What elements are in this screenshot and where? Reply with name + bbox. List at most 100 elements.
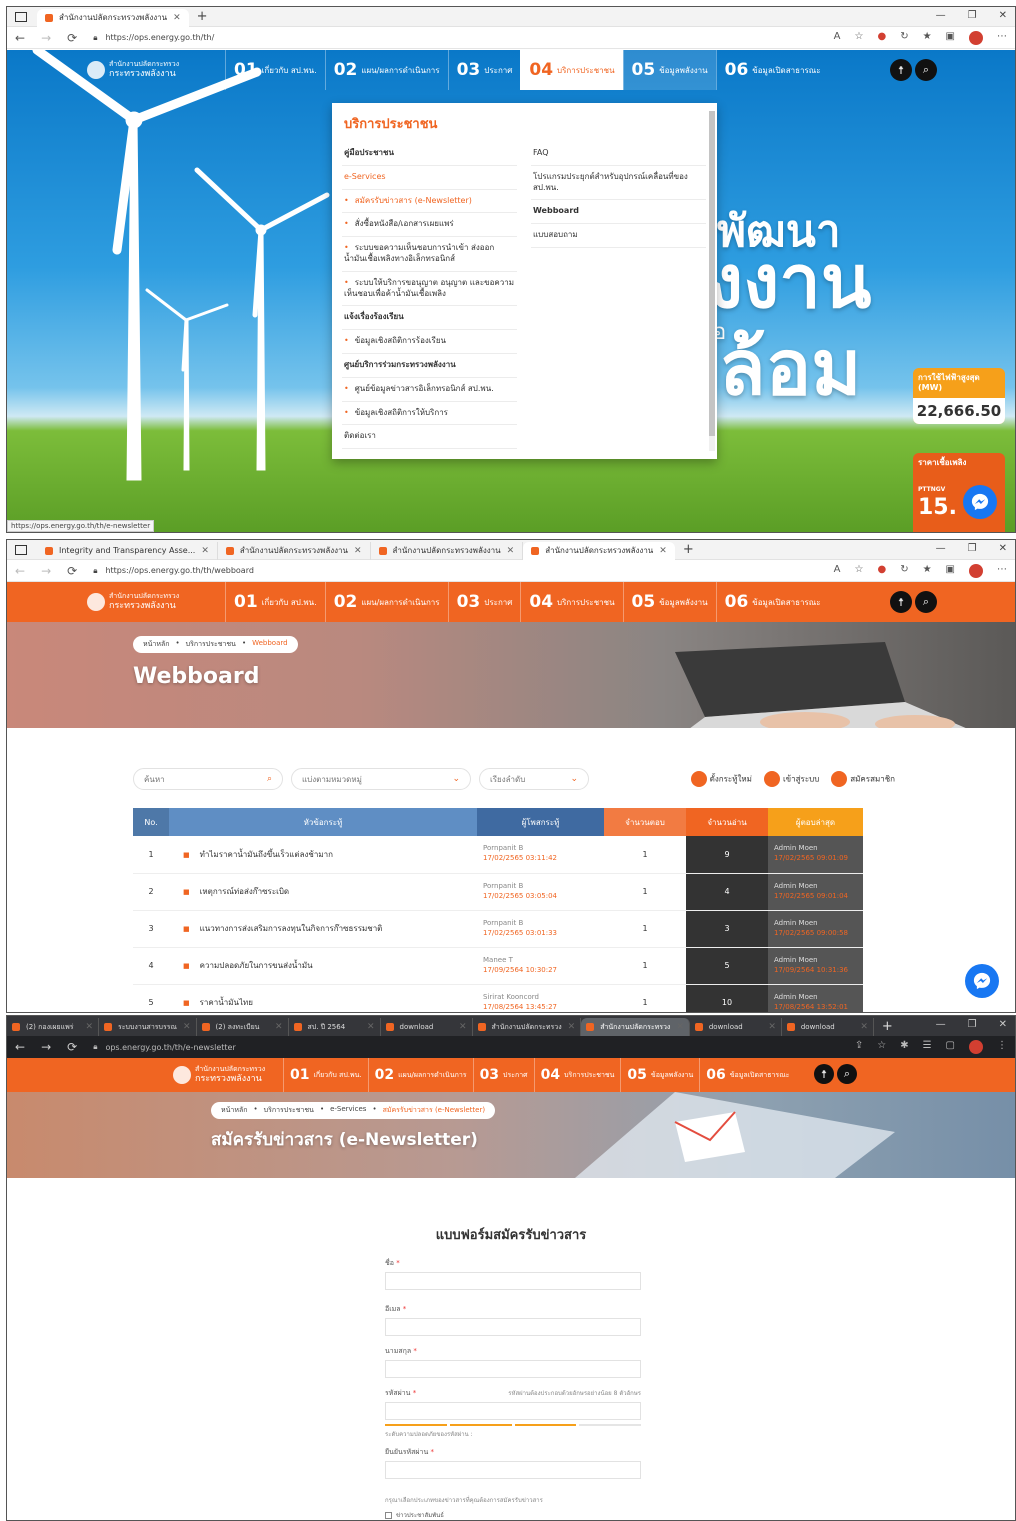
new-tab-button[interactable]: + xyxy=(874,1019,901,1034)
email-field[interactable] xyxy=(385,1318,641,1336)
dropdown-item[interactable]: ศูนย์ข้อมูลข่าวสารอิเล็กทรอนิกส์ สป.พน. xyxy=(342,378,517,402)
register-button[interactable]: สมัครสมาชิก xyxy=(831,771,895,787)
restore-icon[interactable]: ❐ xyxy=(968,10,977,21)
dropdown-item[interactable]: โปรแกรมประยุกต์สำหรับอุปกรณ์เคลื่อนที่ขอ… xyxy=(531,166,706,201)
browser-tab[interactable]: download ✕ xyxy=(782,1018,874,1036)
nav-item-02[interactable]: 02 แผน/ผลการดำเนินการ xyxy=(324,50,448,90)
dropdown-item[interactable]: แบบสอบถาม xyxy=(531,224,706,248)
messenger-chat-icon[interactable] xyxy=(963,485,997,519)
extension-icon[interactable]: ● xyxy=(877,564,886,578)
close-tab-icon[interactable]: ✕ xyxy=(354,546,362,556)
more-icon[interactable]: ⋮ xyxy=(997,1040,1007,1054)
back-icon[interactable]: ← xyxy=(15,31,25,45)
table-row[interactable]: 5ราคาน้ำมันไทยSirirat Kooncord17/08/2564… xyxy=(133,984,863,1012)
close-tab-icon[interactable]: ✕ xyxy=(183,1022,191,1032)
browser-tab[interactable]: สำนักงานปลัดกระทรวงพลังงาน ✕ xyxy=(37,8,189,27)
browser-tab[interactable]: สำนักงานปลัดกระทรวงพลังงาน ✕ xyxy=(218,541,371,560)
new-tab-button[interactable]: + xyxy=(675,542,702,557)
browser-tab[interactable]: Integrity and Transparency Asse... ✕ xyxy=(37,541,218,560)
collections-icon[interactable]: ▣ xyxy=(946,31,955,45)
site-logo[interactable]: สำนักงานปลัดกระทรวง กระทรวงพลังงาน xyxy=(173,1065,283,1084)
nav-item-05[interactable]: 05 ข้อมูลพลังงาน xyxy=(620,1058,699,1092)
window-menu-icon[interactable] xyxy=(15,11,27,22)
favorite-icon[interactable]: ☆ xyxy=(854,31,863,45)
favorites-icon[interactable]: ★ xyxy=(923,564,932,578)
url-field[interactable]: 🔒︎ https://ops.energy.go.th/th/ xyxy=(93,33,817,43)
close-tab-icon[interactable]: ✕ xyxy=(367,1022,375,1032)
table-row[interactable]: 3แนวทางการส่งเสริมการลงทุนในกิจการก๊าซธร… xyxy=(133,910,863,948)
browser-tab[interactable]: download ✕ xyxy=(690,1018,782,1036)
dropdown-item[interactable]: e-Services xyxy=(342,166,517,190)
reload-icon[interactable]: ⟳ xyxy=(67,564,77,578)
browser-tab[interactable]: สำนักงานปลัดกระทรวงพลังงาน ✕ xyxy=(371,541,524,560)
breadcrumb-eservices[interactable]: e-Services xyxy=(330,1105,366,1116)
site-logo[interactable]: สำนักงานปลัดกระทรวง กระทรวงพลังงาน xyxy=(87,60,225,79)
read-aloud-icon[interactable]: A xyxy=(834,564,841,578)
dropdown-item[interactable]: ติดต่อเรา xyxy=(342,425,517,450)
url-field[interactable]: 🔒︎ https://ops.energy.go.th/th/webboard xyxy=(93,566,817,576)
extension-icon[interactable]: ● xyxy=(877,31,886,45)
table-row[interactable]: 2เหตุการณ์ท่อส่งก๊าซระเบิดPornpanit B17/… xyxy=(133,873,863,911)
search-icon[interactable]: ⌕ xyxy=(267,774,272,784)
accessibility-icon[interactable]: ☨ xyxy=(890,59,912,81)
lastname-field[interactable] xyxy=(385,1360,641,1378)
collections-icon[interactable]: ▣ xyxy=(946,564,955,578)
table-row[interactable]: 1ทำไมราคาน้ำมันถึงขึ้นเร็วแต่ลงช้ามากPor… xyxy=(133,836,863,874)
nav-item-03[interactable]: 03 ประกาศ xyxy=(447,50,521,90)
nav-item-06[interactable]: 06 ข้อมูลเปิดสาธารณะ xyxy=(715,50,829,90)
back-icon[interactable]: ← xyxy=(15,1040,25,1054)
search-icon[interactable]: ⌕ xyxy=(915,59,937,81)
browser-tab[interactable]: ระบบงานสารบรรณ ✕ xyxy=(99,1018,197,1036)
messenger-chat-icon[interactable] xyxy=(965,964,999,998)
new-topic-button[interactable]: ตั้งกระทู้ใหม่ xyxy=(690,771,752,787)
dropdown-item[interactable]: คู่มือประชาชน xyxy=(342,142,517,166)
minimize-icon[interactable]: — xyxy=(936,10,946,21)
reload-icon[interactable]: ⟳ xyxy=(67,31,77,45)
accessibility-icon[interactable]: ☨ xyxy=(814,1064,834,1084)
dropdown-item[interactable]: ระบบขอความเห็นชอบการนำเข้า ส่งออก น้ำมัน… xyxy=(342,237,517,272)
category-select[interactable]: แบ่งตามหมวดหมู่ ⌄ xyxy=(291,768,471,790)
breadcrumb-services[interactable]: บริการประชาชน xyxy=(264,1105,314,1116)
preference-checkbox[interactable]: ข่าวประชาสัมพันธ์ xyxy=(385,1510,641,1520)
nav-item-03[interactable]: 03 ประกาศ xyxy=(447,582,521,622)
browser-tab[interactable]: download ✕ xyxy=(381,1018,473,1036)
restore-icon[interactable]: ❐ xyxy=(968,543,977,554)
new-tab-button[interactable]: + xyxy=(189,9,216,24)
nav-item-03[interactable]: 03 ประกาศ xyxy=(472,1058,534,1092)
more-icon[interactable]: ⋯ xyxy=(997,564,1007,578)
favorites-icon[interactable]: ★ xyxy=(923,31,932,45)
dropdown-item[interactable]: แจ้งเรื่องร้องเรียน xyxy=(342,306,517,331)
refresh-ext-icon[interactable]: ↻ xyxy=(900,564,908,578)
accessibility-icon[interactable]: ☨ xyxy=(890,591,912,613)
password-field[interactable] xyxy=(385,1402,641,1420)
close-tab-icon[interactable]: ✕ xyxy=(507,546,515,556)
close-tab-icon[interactable]: ✕ xyxy=(768,1022,776,1032)
profile-avatar[interactable] xyxy=(969,30,983,45)
browser-tab[interactable]: (2) ลงทะเบียน ✕ xyxy=(197,1018,289,1036)
nav-item-06[interactable]: 06 ข้อมูลเปิดสาธารณะ xyxy=(715,582,829,622)
breadcrumb-home[interactable]: หน้าหลัก xyxy=(143,639,169,650)
browser-tab[interactable]: สำนักงานปลัดกระทรวง ✕ xyxy=(473,1018,582,1036)
nav-item-04[interactable]: 04 บริการประชาชน xyxy=(520,50,623,90)
close-window-icon[interactable]: ✕ xyxy=(999,543,1007,554)
profile-avatar[interactable] xyxy=(969,1040,983,1054)
close-window-icon[interactable]: ✕ xyxy=(999,1019,1007,1030)
close-tab-icon[interactable]: ✕ xyxy=(201,546,209,556)
dropdown-item[interactable]: ข้อมูลเชิงสถิติการร้องเรียน xyxy=(342,330,517,354)
close-tab-icon[interactable]: ✕ xyxy=(275,1022,283,1032)
restore-icon[interactable]: ❐ xyxy=(968,1019,977,1030)
reading-list-icon[interactable]: ☰ xyxy=(923,1040,932,1054)
close-tab-icon[interactable]: ✕ xyxy=(659,546,667,556)
nav-item-04[interactable]: 04 บริการประชาชน xyxy=(520,582,622,622)
url-field[interactable]: 🔒︎ ops.energy.go.th/th/e-newsletter xyxy=(93,1042,839,1052)
dropdown-item[interactable]: Webboard xyxy=(531,200,706,225)
topic-link[interactable]: ราคาน้ำมันไทย xyxy=(169,984,477,1012)
topic-link[interactable]: เหตุการณ์ท่อส่งก๊าซระเบิด xyxy=(169,873,477,911)
bookmark-icon[interactable]: ☆ xyxy=(877,1040,886,1054)
nav-item-05[interactable]: 05 ข้อมูลพลังงาน xyxy=(622,50,716,90)
dropdown-item[interactable]: ศูนย์บริการร่วมกระทรวงพลังงาน xyxy=(342,354,517,378)
minimize-icon[interactable]: — xyxy=(936,543,946,554)
forward-icon[interactable]: → xyxy=(41,31,51,45)
search-icon[interactable]: ⌕ xyxy=(837,1064,857,1084)
dropdown-item[interactable]: ระบบให้บริการขอนุญาต อนุญาต และขอความเห็… xyxy=(342,272,517,307)
